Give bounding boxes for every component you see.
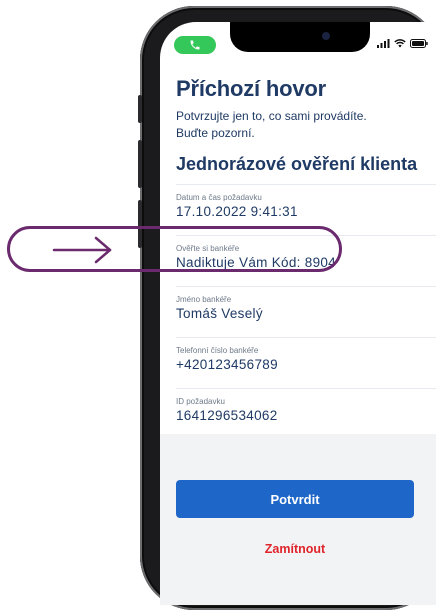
header: Příchozí hovor Potvrzujte jen to, co sam…: [176, 76, 436, 175]
field-value: Tomáš Veselý: [176, 306, 263, 321]
field-label: ID požadavku: [176, 397, 225, 406]
phone-icon: [190, 40, 200, 50]
field-label: Datum a čas požadavku: [176, 193, 262, 202]
arrow-right-icon: [52, 236, 112, 264]
list-item-banker-phone: Telefonní číslo bankéře +420123456789: [176, 337, 436, 388]
page-title: Příchozí hovor: [176, 76, 326, 101]
confirm-button[interactable]: Potvrdit: [176, 480, 414, 518]
warning-text: Potvrzujte jen to, co sami provádíte. Bu…: [176, 109, 367, 140]
battery-icon: [410, 39, 428, 48]
camera-icon: [322, 32, 330, 40]
side-button: [138, 140, 142, 188]
reject-button[interactable]: Zamítnout: [176, 536, 414, 562]
notch: [230, 22, 370, 52]
list-item-request-id: ID požadavku 1641296534062: [176, 388, 436, 439]
signal-icon: [377, 39, 390, 48]
field-label: Telefonní číslo bankéře: [176, 346, 259, 355]
list-item-banker-name: Jméno bankéře Tomáš Veselý: [176, 286, 436, 337]
action-area: [160, 434, 436, 605]
status-icons: [377, 39, 428, 48]
field-value: +420123456789: [176, 357, 278, 372]
side-button: [138, 95, 142, 123]
phone-screen: Příchozí hovor Potvrzujte jen to, co sam…: [160, 22, 436, 605]
field-label: Jméno bankéře: [176, 295, 232, 304]
section-title: Jednorázové ověření klienta: [176, 154, 418, 174]
field-value: 1641296534062: [176, 408, 278, 423]
field-value: 17.10.2022 9:41:31: [176, 204, 298, 219]
active-call-indicator[interactable]: [174, 36, 216, 54]
wifi-icon: [394, 39, 406, 48]
request-details-list: Datum a čas požadavku 17.10.2022 9:41:31…: [176, 184, 436, 439]
